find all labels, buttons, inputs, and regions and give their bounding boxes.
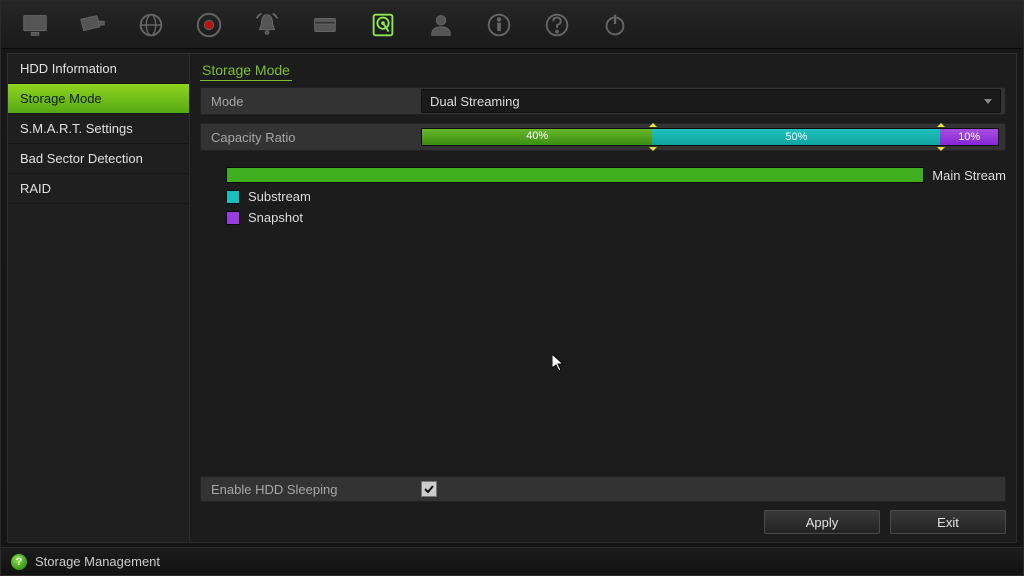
swatch-snap bbox=[226, 211, 240, 225]
main-panel: Storage Mode Mode Dual Streaming Capacit… bbox=[190, 54, 1016, 542]
sidebar-item-label: Bad Sector Detection bbox=[20, 151, 143, 166]
bell-icon[interactable] bbox=[239, 5, 295, 45]
sidebar-item-label: RAID bbox=[20, 181, 51, 196]
segment-label: 50% bbox=[785, 131, 807, 143]
globe-icon[interactable] bbox=[123, 5, 179, 45]
user-icon[interactable] bbox=[413, 5, 469, 45]
capacity-row: Capacity Ratio 40% 50% 10% bbox=[200, 123, 1006, 151]
legend-label: Substream bbox=[248, 189, 311, 204]
page-title: Storage Mode bbox=[200, 60, 292, 81]
chevron-down-icon bbox=[984, 99, 992, 104]
sidebar-item-label: HDD Information bbox=[20, 61, 117, 76]
apply-button[interactable]: Apply bbox=[764, 510, 880, 534]
hdd-sleeping-row: Enable HDD Sleeping bbox=[200, 476, 1006, 502]
record-icon[interactable] bbox=[181, 5, 237, 45]
sidebar-item-hdd-information[interactable]: HDD Information bbox=[8, 54, 189, 84]
mode-row: Mode Dual Streaming bbox=[200, 87, 1006, 115]
segment-substream: 50% bbox=[652, 129, 940, 145]
segment-main-stream: 40% bbox=[422, 129, 652, 145]
legend-item-sub: Substream bbox=[226, 189, 1006, 204]
legend-label: Main Stream bbox=[932, 168, 1006, 183]
segment-snapshot: 10% bbox=[940, 129, 998, 145]
capacity-label: Capacity Ratio bbox=[201, 130, 421, 145]
capacity-ratio-bar: 40% 50% 10% bbox=[421, 128, 999, 146]
mode-label: Mode bbox=[201, 94, 421, 109]
hdd-sleeping-label: Enable HDD Sleeping bbox=[201, 482, 421, 497]
segment-label: 40% bbox=[526, 130, 548, 142]
segment-label: 10% bbox=[958, 131, 980, 143]
swatch-main bbox=[226, 167, 924, 183]
help-icon[interactable] bbox=[529, 5, 585, 45]
sidebar-item-bad-sector[interactable]: Bad Sector Detection bbox=[8, 144, 189, 174]
action-bar: Apply Exit bbox=[200, 510, 1006, 534]
sidebar-item-raid[interactable]: RAID bbox=[8, 174, 189, 204]
legend-item-main: Main Stream bbox=[226, 167, 1006, 183]
swatch-sub bbox=[226, 190, 240, 204]
camera-icon[interactable] bbox=[65, 5, 121, 45]
sidebar-item-storage-mode[interactable]: Storage Mode bbox=[8, 84, 189, 114]
legend-item-snap: Snapshot bbox=[226, 210, 1006, 225]
hdd-sleeping-checkbox[interactable] bbox=[421, 481, 437, 497]
sidebar-item-smart-settings[interactable]: S.M.A.R.T. Settings bbox=[8, 114, 189, 144]
mode-value: Dual Streaming bbox=[430, 94, 520, 109]
exit-button[interactable]: Exit bbox=[890, 510, 1006, 534]
monitor-icon[interactable] bbox=[7, 5, 63, 45]
power-icon[interactable] bbox=[587, 5, 643, 45]
legend: Main Stream Substream Snapshot bbox=[226, 167, 1006, 225]
help-dot-icon[interactable]: ? bbox=[11, 554, 27, 570]
sidebar-item-label: Storage Mode bbox=[20, 91, 102, 106]
legend-label: Snapshot bbox=[248, 210, 303, 225]
card-icon[interactable] bbox=[297, 5, 353, 45]
info-icon[interactable] bbox=[471, 5, 527, 45]
hdd-icon[interactable] bbox=[355, 5, 411, 45]
top-toolbar bbox=[1, 1, 1023, 49]
status-title: Storage Management bbox=[35, 554, 160, 569]
sidebar: HDD Information Storage Mode S.M.A.R.T. … bbox=[8, 54, 190, 542]
status-bar: ? Storage Management bbox=[1, 547, 1023, 575]
sidebar-item-label: S.M.A.R.T. Settings bbox=[20, 121, 133, 136]
mode-select[interactable]: Dual Streaming bbox=[421, 89, 1001, 113]
